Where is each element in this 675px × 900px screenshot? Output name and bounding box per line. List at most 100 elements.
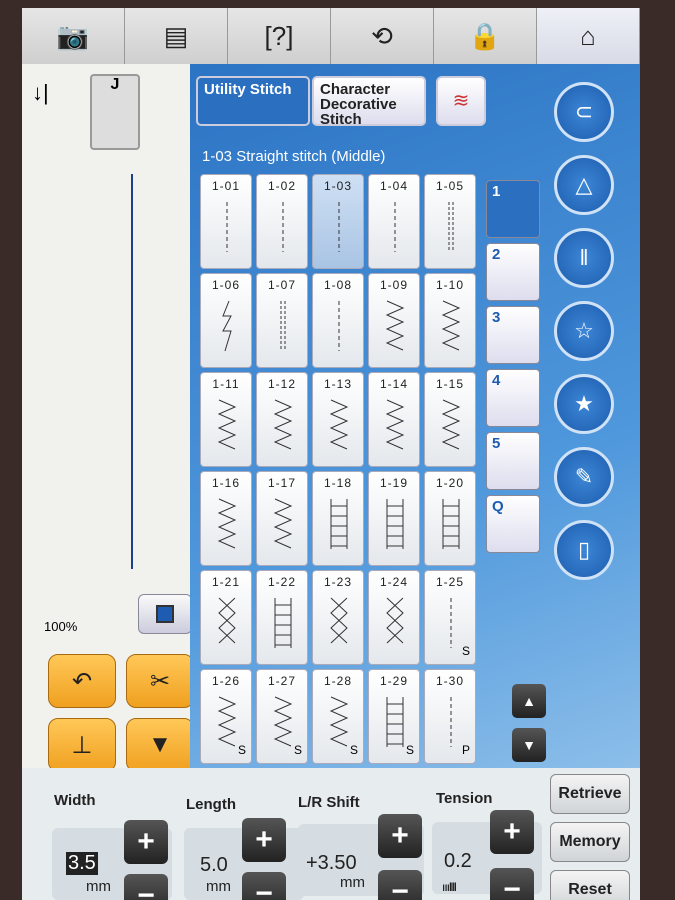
stitch-1-07[interactable]: 1-07	[256, 273, 308, 368]
category-tab-2[interactable]: 2	[486, 243, 540, 301]
stitch-number: 1-10	[435, 278, 465, 292]
stitch-1-22[interactable]: 1-22	[256, 570, 308, 665]
tension-plus-button[interactable]: +	[490, 810, 534, 854]
scroll-down-button[interactable]: ▼	[512, 728, 546, 762]
reverse-stitch-button[interactable]: ↶	[48, 654, 116, 708]
stitch-1-01[interactable]: 1-01	[200, 174, 252, 269]
stitch-1-24[interactable]: 1-24	[368, 570, 420, 665]
stitch-settings-panel: Width 3.5 mm + − Length 5.0 mm + − L/R S…	[22, 768, 640, 900]
scroll-up-button[interactable]: ▲	[512, 684, 546, 718]
stitch-1-26[interactable]: 1-26 S	[200, 669, 252, 764]
presser-foot-j-icon: J	[90, 74, 140, 150]
stitch-1-30[interactable]: 1-30 P	[424, 669, 476, 764]
tension-value: 0.2	[444, 850, 472, 872]
stitch-suffix: S	[349, 743, 358, 757]
reset-button[interactable]: Reset	[550, 870, 630, 900]
category-tab-5[interactable]: 5	[486, 432, 540, 490]
mirror-button[interactable]: △	[554, 155, 614, 215]
stitch-1-02[interactable]: 1-02	[256, 174, 308, 269]
stitch-1-20[interactable]: 1-20	[424, 471, 476, 566]
stitch-zigzag-icon	[441, 300, 461, 351]
lr-shift-plus-button[interactable]: +	[378, 814, 422, 858]
needle-change-button[interactable]: ⟲	[331, 8, 434, 64]
category-label: 1	[492, 183, 501, 200]
stitch-1-10[interactable]: 1-10	[424, 273, 476, 368]
lr-shift-minus-button[interactable]: −	[378, 870, 422, 900]
document-button[interactable]: ▤	[125, 8, 228, 64]
home-button[interactable]: ⌂	[537, 8, 640, 64]
width-unit: mm	[86, 878, 111, 895]
stitch-1-25[interactable]: 1-25 S	[424, 570, 476, 665]
help-video-button[interactable]: [?]	[228, 8, 331, 64]
stitch-number: 1-01	[211, 179, 241, 193]
twin-needle-button[interactable]: ‖	[554, 228, 614, 288]
stitch-number: 1-18	[323, 476, 353, 490]
width-minus-button[interactable]: −	[124, 874, 168, 900]
left-panel: ↓| J 100% ↶ ✂ ⊥ ▼	[22, 64, 194, 784]
stitch-number: 1-17	[267, 476, 297, 490]
length-label: Length	[186, 796, 236, 813]
stitch-zigzag-icon	[217, 399, 237, 450]
stitch-number: 1-06	[211, 278, 241, 292]
stars-icon: ★	[574, 391, 594, 416]
tab-utility-stitch[interactable]: Utility Stitch	[196, 76, 310, 126]
stitch-1-16[interactable]: 1-16	[200, 471, 252, 566]
retrieve-button[interactable]: Retrieve	[550, 774, 630, 814]
stitch-1-05[interactable]: 1-05	[424, 174, 476, 269]
stitch-1-21[interactable]: 1-21	[200, 570, 252, 665]
stitch-1-27[interactable]: 1-27 S	[256, 669, 308, 764]
stitch-1-08[interactable]: 1-08	[312, 273, 364, 368]
lr-shift-value: +3.50	[306, 852, 357, 874]
top-toolbar: 📷 ▤ [?] ⟲ 🔒 ⌂	[22, 8, 640, 64]
lock-button[interactable]: 🔒	[434, 8, 537, 64]
stitch-suffix: S	[293, 743, 302, 757]
stitch-1-19[interactable]: 1-19	[368, 471, 420, 566]
stitch-1-29[interactable]: 1-29 S	[368, 669, 420, 764]
stitch-triple-icon	[448, 202, 454, 252]
stitch-ladder-icon	[330, 499, 348, 549]
memory-button[interactable]: Memory	[550, 822, 630, 862]
length-plus-button[interactable]: +	[242, 818, 286, 862]
stitch-number: 1-29	[379, 674, 409, 688]
lr-shift-label: L/R Shift	[298, 794, 360, 811]
stitch-suffix: S	[237, 743, 246, 757]
stars-button[interactable]: ★	[554, 374, 614, 434]
camera-button[interactable]: 📷	[22, 8, 125, 64]
twin-needle-icon: ‖	[579, 245, 589, 270]
threading-button[interactable]: ⊂	[554, 82, 614, 142]
category-tab-1[interactable]: 1	[486, 180, 540, 238]
category-tab-Q[interactable]: Q	[486, 495, 540, 553]
stitch-1-14[interactable]: 1-14	[368, 372, 420, 467]
stitch-number: 1-08	[323, 278, 353, 292]
presser-foot-button[interactable]: ▯	[554, 520, 614, 580]
width-plus-button[interactable]: +	[124, 820, 168, 864]
stitch-number: 1-07	[267, 278, 297, 292]
stitch-combine-button[interactable]: ☆	[554, 301, 614, 361]
stitch-1-15[interactable]: 1-15	[424, 372, 476, 467]
stitch-1-11[interactable]: 1-11	[200, 372, 252, 467]
thread-cutter-button[interactable]: ✂	[126, 654, 194, 708]
stitch-1-28[interactable]: 1-28 S	[312, 669, 364, 764]
stitch-1-13[interactable]: 1-13	[312, 372, 364, 467]
category-tab-4[interactable]: 4	[486, 369, 540, 427]
stitch-1-06[interactable]: 1-06	[200, 273, 252, 368]
stitch-1-03[interactable]: 1-03	[312, 174, 364, 269]
pencil-button[interactable]: ✎	[554, 447, 614, 507]
stitch-1-17[interactable]: 1-17	[256, 471, 308, 566]
category-tab-3[interactable]: 3	[486, 306, 540, 364]
embroidery-pattern-button[interactable]: ≋	[436, 76, 486, 126]
length-minus-button[interactable]: −	[242, 872, 286, 900]
needle-position-button[interactable]: ⊥	[48, 718, 116, 772]
stitch-1-18[interactable]: 1-18	[312, 471, 364, 566]
pivot-button[interactable]: ▼	[126, 718, 194, 772]
stitch-1-09[interactable]: 1-09	[368, 273, 420, 368]
stitch-straight-icon	[338, 202, 340, 252]
stitch-1-23[interactable]: 1-23	[312, 570, 364, 665]
stitch-number: 1-28	[323, 674, 353, 688]
bobbin-button[interactable]	[138, 594, 192, 634]
stitch-1-12[interactable]: 1-12	[256, 372, 308, 467]
tension-minus-button[interactable]: −	[490, 868, 534, 900]
stitch-straight-icon	[394, 202, 396, 252]
tab-character-decorative-stitch[interactable]: Character Decorative Stitch	[312, 76, 426, 127]
stitch-1-04[interactable]: 1-04	[368, 174, 420, 269]
